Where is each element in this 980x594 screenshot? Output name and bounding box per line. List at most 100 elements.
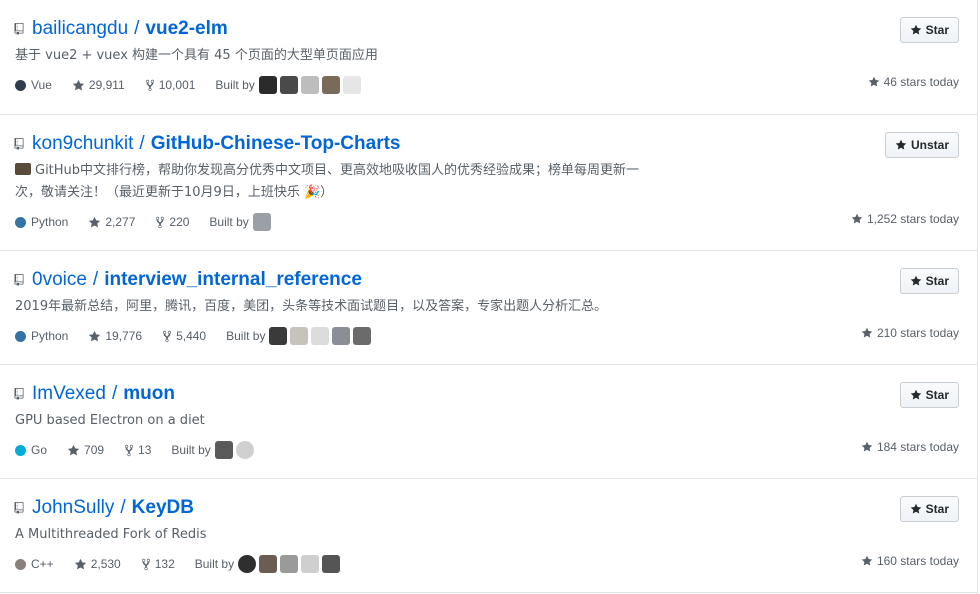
forks-count: 10,001	[158, 78, 196, 92]
built-by-label: Built by	[194, 557, 235, 571]
repo-description: A Multithreaded Fork of Redis	[15, 524, 715, 546]
contributor-avatar[interactable]	[300, 76, 319, 94]
built-by: Built by	[226, 327, 374, 345]
repo-name-link[interactable]: interview_internal_reference	[104, 268, 362, 292]
repo-item: 0voice / interview_internal_reference 20…	[0, 251, 977, 365]
repo-item: JohnSully / KeyDB A Multithreaded Fork o…	[0, 479, 977, 593]
stars-today: 184 stars today	[861, 440, 959, 454]
stars-link[interactable]: 2,277	[88, 215, 135, 229]
built-by-label: Built by	[226, 329, 266, 343]
star-button[interactable]: Star	[899, 17, 959, 43]
fork-icon	[163, 330, 172, 342]
stars-link[interactable]: 709	[67, 443, 104, 457]
star-button[interactable]: Star	[899, 496, 959, 522]
contributor-avatar[interactable]	[311, 327, 330, 345]
repo-description-text: 2019年最新总结，阿里，腾讯，百度，美团，头条等技术面试题目，以及答案，专家出…	[15, 299, 608, 314]
star-icon	[851, 213, 863, 224]
repo-owner-link[interactable]: bailicangdu	[32, 17, 128, 41]
stars-today: 1,252 stars today	[851, 212, 959, 226]
star-button-label: Star	[925, 388, 949, 402]
star-icon	[861, 555, 873, 566]
repo-icon	[14, 388, 24, 400]
stars-count: 2,530	[90, 557, 121, 571]
language-color-dot	[15, 558, 26, 570]
built-by-label: Built by	[171, 443, 211, 457]
built-by: Built by	[209, 213, 273, 231]
repo-name-link[interactable]: GitHub-Chinese-Top-Charts	[151, 132, 401, 156]
language: C++	[15, 557, 54, 571]
forks-link[interactable]: 13	[124, 443, 151, 457]
contributor-avatar[interactable]	[214, 441, 233, 459]
repo-item: ImVexed / muon GPU based Electron on a d…	[0, 365, 977, 479]
contributor-avatar[interactable]	[258, 76, 277, 94]
contributor-avatar[interactable]	[280, 555, 299, 573]
contributor-avatar[interactable]	[235, 441, 254, 459]
stars-link[interactable]: 2,530	[74, 557, 121, 571]
title-separator: /	[139, 133, 145, 154]
forks-count: 13	[138, 443, 152, 457]
repo-description-text: 基于 vue2 + vuex 构建一个具有 45 个页面的大型单页面应用	[15, 48, 378, 63]
star-icon	[861, 327, 873, 338]
language: Go	[15, 443, 47, 457]
contributor-avatar[interactable]	[322, 555, 341, 573]
language-label: Go	[31, 443, 48, 457]
contributor-avatar[interactable]	[269, 327, 288, 345]
repo-description: GPU based Electron on a diet	[15, 410, 715, 432]
language-label: Python	[31, 329, 69, 343]
contributor-avatar[interactable]	[301, 555, 320, 573]
title-separator: /	[92, 269, 99, 290]
contributor-avatar[interactable]	[238, 555, 257, 573]
repo-description: 基于 vue2 + vuex 构建一个具有 45 个页面的大型单页面应用	[15, 45, 715, 67]
repo-meta: Go 709 13 Built by	[15, 441, 257, 459]
repo-owner-link[interactable]: kon9chunkit	[32, 132, 133, 156]
forks-link[interactable]: 5,440	[162, 329, 206, 343]
repo-description-text: A Multithreaded Fork of Redis	[15, 527, 207, 542]
title-separator: /	[111, 383, 118, 404]
language-label: Vue	[31, 78, 52, 92]
repo-name-link[interactable]: muon	[123, 382, 175, 406]
stars-link[interactable]: 29,911	[72, 78, 125, 92]
language-label: Python	[31, 215, 69, 229]
forks-link[interactable]: 220	[155, 215, 189, 229]
contributor-avatar[interactable]	[259, 555, 278, 573]
star-icon	[72, 79, 85, 90]
star-icon	[861, 441, 873, 452]
fork-icon	[156, 216, 165, 228]
stars-today: 46 stars today	[868, 75, 959, 89]
repo-owner-link[interactable]: JohnSully	[32, 496, 114, 520]
repo-icon	[14, 502, 24, 514]
stars-today-text: 1,252 stars today	[866, 212, 959, 226]
star-button[interactable]: Star	[899, 268, 959, 294]
stars-today-text: 210 stars today	[876, 326, 959, 340]
contributor-avatar[interactable]	[290, 327, 309, 345]
contributor-avatar[interactable]	[353, 327, 372, 345]
stars-link[interactable]: 19,776	[88, 329, 142, 343]
star-icon	[67, 444, 80, 455]
forks-link[interactable]: 132	[141, 557, 175, 571]
forks-count: 220	[169, 215, 190, 229]
contributor-avatar[interactable]	[342, 76, 361, 94]
contributor-avatar[interactable]	[321, 76, 340, 94]
repo-name-link[interactable]: vue2-elm	[145, 17, 227, 41]
repo-description-line2: 次，敬请关注！（最近更新于10月9日，上班快乐 🎉）	[15, 185, 334, 200]
repo-name-link[interactable]: KeyDB	[132, 496, 194, 520]
repo-owner-link[interactable]: ImVexed	[32, 382, 106, 406]
unstar-button[interactable]: Unstar	[884, 132, 959, 158]
stars-count: 29,911	[88, 78, 125, 92]
forks-count: 5,440	[176, 329, 207, 343]
repo-title: bailicangdu / vue2-elm	[14, 17, 228, 41]
star-icon	[895, 139, 907, 150]
star-icon	[89, 216, 101, 227]
trending-repo-list: bailicangdu / vue2-elm 基于 vue2 + vuex 构建…	[0, 0, 978, 594]
built-by: Built by	[215, 76, 363, 94]
contributor-avatar[interactable]	[252, 213, 271, 231]
contributor-avatar[interactable]	[279, 76, 298, 94]
stars-today-text: 46 stars today	[883, 75, 959, 89]
contributor-avatar[interactable]	[332, 327, 351, 345]
repo-item: bailicangdu / vue2-elm 基于 vue2 + vuex 构建…	[0, 0, 977, 115]
repo-owner-link[interactable]: 0voice	[32, 268, 87, 292]
star-button[interactable]: Star	[899, 382, 959, 408]
forks-link[interactable]: 10,001	[145, 78, 196, 92]
language: Python	[15, 215, 68, 229]
built-by: Built by	[171, 441, 256, 459]
